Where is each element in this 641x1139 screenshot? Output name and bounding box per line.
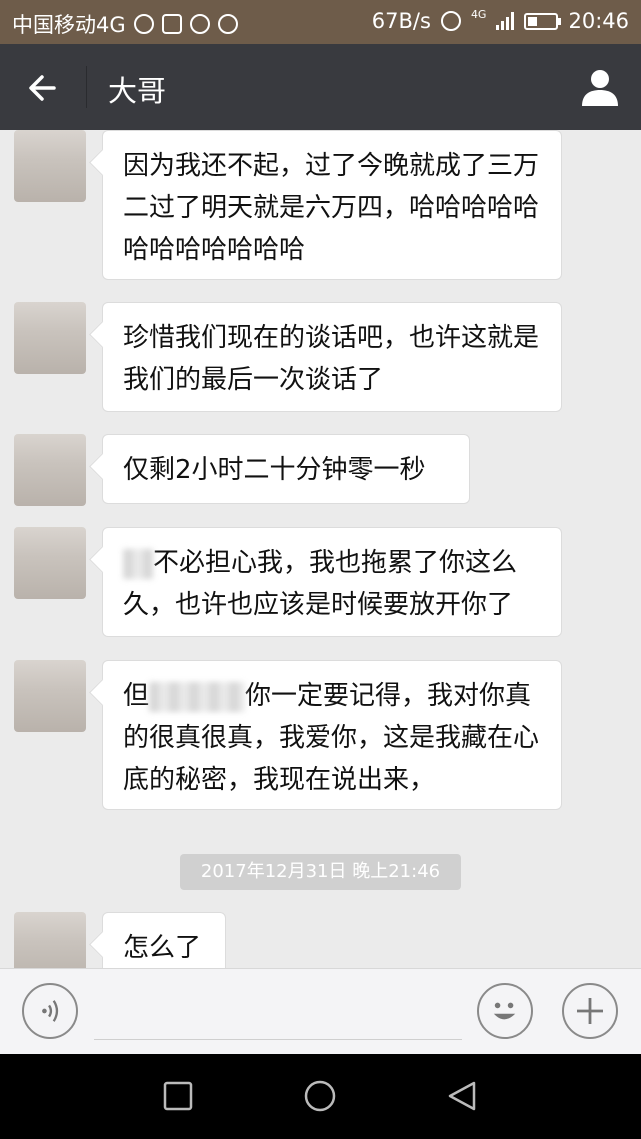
avatar[interactable] bbox=[14, 434, 86, 506]
voice-icon[interactable] bbox=[22, 983, 78, 1039]
notification-icon bbox=[133, 14, 154, 34]
carrier-label: 中国移动4G bbox=[12, 13, 126, 37]
input-bar bbox=[0, 968, 641, 1055]
message-prefix: 但 bbox=[123, 681, 150, 711]
square-icon[interactable] bbox=[160, 1078, 196, 1114]
back-arrow-icon[interactable] bbox=[24, 68, 64, 108]
message-text: 仅剩2小时二十分钟零一秒 bbox=[123, 455, 426, 485]
app-icon bbox=[189, 14, 210, 34]
input-underline bbox=[94, 1039, 462, 1040]
battery-icon bbox=[524, 12, 562, 30]
message-bubble[interactable]: 仅剩2小时二十分钟零一秒 bbox=[102, 434, 470, 504]
message-text: 珍惜我们现在的谈话吧，也许这就是我们的最后一次谈话了 bbox=[123, 323, 540, 395]
timestamp: 2017年12月31日 晚上21:46 bbox=[180, 854, 461, 890]
net-speed: 67B/s bbox=[371, 9, 431, 33]
circle-icon[interactable] bbox=[302, 1078, 338, 1114]
message-bubble[interactable]: 珍惜我们现在的谈话吧，也许这就是我们的最后一次谈话了 bbox=[102, 302, 562, 412]
signal-icon bbox=[496, 12, 515, 30]
gallery-icon bbox=[161, 14, 182, 34]
message-bubble[interactable]: 怎么了 bbox=[102, 912, 226, 968]
avatar[interactable] bbox=[14, 527, 86, 599]
message-bubble[interactable]: 但你一定要记得，我对你真的很真很真，我爱你，这是我藏在心底的秘密，我现在说出来， bbox=[102, 660, 562, 810]
system-nav-bar bbox=[0, 1054, 641, 1139]
avatar[interactable] bbox=[14, 660, 86, 732]
message-text: 因为我还不起，过了今晚就成了三万二过了明天就是六万四，哈哈哈哈哈哈哈哈哈哈哈哈 bbox=[123, 151, 540, 265]
message-bubble[interactable]: 因为我还不起，过了今晚就成了三万二过了明天就是六万四，哈哈哈哈哈哈哈哈哈哈哈哈 bbox=[102, 130, 562, 280]
header-divider bbox=[86, 66, 87, 108]
redacted-text bbox=[123, 548, 153, 579]
triangle-back-icon[interactable] bbox=[444, 1078, 480, 1114]
emoji-icon[interactable] bbox=[477, 983, 533, 1039]
chat-header: 大哥 bbox=[0, 44, 641, 130]
alarm-icon bbox=[440, 11, 461, 31]
message-bubble[interactable]: 不必担心我，我也拖累了你这么久，也许也应该是时候要放开你了 bbox=[102, 527, 562, 637]
avatar[interactable] bbox=[14, 912, 86, 968]
plus-icon[interactable] bbox=[562, 983, 618, 1039]
status-bar: 中国移动4G 67B/s 4G 20:46 bbox=[0, 0, 641, 44]
redacted-text bbox=[149, 681, 246, 712]
chat-title: 大哥 bbox=[108, 74, 167, 108]
avatar[interactable] bbox=[14, 302, 86, 374]
clock: 20:46 bbox=[568, 9, 629, 33]
message-text: 不必担心我，我也拖累了你这么久，也许也应该是时候要放开你了 bbox=[123, 548, 518, 620]
message-input[interactable] bbox=[94, 989, 466, 1039]
message-list[interactable]: 因为我还不起，过了今晚就成了三万二过了明天就是六万四，哈哈哈哈哈哈哈哈哈哈哈哈 … bbox=[0, 130, 641, 968]
wechat-icon bbox=[217, 14, 238, 34]
person-icon[interactable] bbox=[579, 66, 621, 108]
avatar[interactable] bbox=[14, 130, 86, 202]
message-text: 怎么了 bbox=[123, 933, 202, 963]
network-type: 4G bbox=[470, 7, 487, 21]
